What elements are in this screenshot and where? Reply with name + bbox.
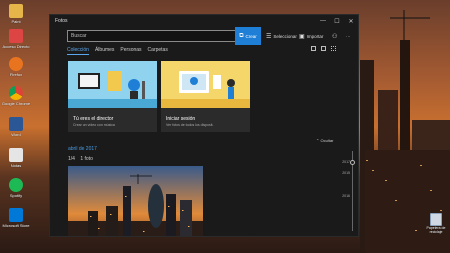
desktop-icon-spotify[interactable]: Spotify — [2, 178, 30, 198]
photo-count: 1/4 1 foto — [68, 156, 93, 162]
desktop-icon-shortcut[interactable]: Acceso Directo — [2, 29, 30, 49]
desktop-icon-chrome[interactable]: Google Chrome — [2, 86, 30, 106]
more-button[interactable]: ··· — [346, 27, 351, 45]
card-director[interactable]: Tú eres el director Crear un vídeo con m… — [68, 61, 157, 132]
signin-illustration — [161, 61, 250, 108]
desktop-icon-word[interactable]: Word — [2, 117, 30, 137]
photo-count-label: 1 foto — [80, 156, 93, 162]
date-group-header[interactable]: abril de 2017 — [68, 146, 97, 152]
list-view-icon[interactable] — [331, 46, 336, 51]
chevron-up-icon: ⌃ — [316, 138, 320, 143]
paint-icon — [9, 4, 23, 18]
maximize-button[interactable]: ☐ — [330, 18, 344, 25]
timeline-year[interactable]: 2015 — [342, 171, 350, 175]
window-title: Fotos — [55, 18, 68, 24]
desktop-icon-store[interactable]: Microsoft Store — [2, 208, 30, 228]
card-title: Tú eres el director — [73, 116, 114, 122]
close-button[interactable]: ✕ — [344, 18, 358, 25]
photos-window: Fotos — ☐ ✕ Buscar ⌕ ⧉ Crear ☰ Seleccion… — [49, 14, 359, 237]
desktop-icon-firefox[interactable]: Firefox — [2, 57, 30, 77]
search-box[interactable]: Buscar ⌕ — [67, 30, 247, 42]
shortcut-icon — [9, 29, 23, 43]
photo-thumbnail[interactable] — [68, 166, 203, 236]
firefox-icon — [9, 57, 23, 71]
card-subtitle: Crear un vídeo con música — [73, 123, 115, 127]
select-icon: ☰ — [266, 33, 272, 40]
view-options — [311, 46, 336, 51]
toolbar: Buscar ⌕ ⧉ Crear ☰ Seleccionar ▣ Importa… — [50, 27, 358, 45]
create-icon: ⧉ — [239, 32, 244, 39]
tab-albumes[interactable]: Álbumes — [95, 47, 114, 55]
document-icon — [9, 148, 23, 162]
nav-tabs: Colección Álbumes Personas Carpetas — [67, 47, 168, 55]
search-input[interactable]: Buscar — [68, 33, 236, 39]
timeline-year[interactable]: 2016 — [342, 194, 350, 198]
crear-button[interactable]: ⧉ Crear — [235, 27, 261, 45]
director-illustration — [68, 61, 157, 108]
chrome-icon — [9, 86, 23, 100]
person-icon: ⚇ — [332, 33, 338, 40]
grid-view-icon[interactable] — [321, 46, 326, 51]
ocultar-button[interactable]: ⌃ Ocultar — [316, 138, 333, 143]
account-button[interactable]: ⚇ — [332, 27, 339, 45]
tab-coleccion[interactable]: Colección — [67, 47, 89, 55]
card-subtitle: Ver fotos de todos los disposit. — [166, 123, 214, 127]
seleccionar-button[interactable]: ☰ Seleccionar — [266, 27, 297, 45]
timeline-year[interactable]: 2017 — [342, 160, 350, 164]
square-view-icon[interactable] — [311, 46, 316, 51]
card-title: Iniciar sesión — [166, 116, 196, 122]
importar-button[interactable]: ▣ Importar — [299, 27, 323, 45]
minimize-button[interactable]: — — [316, 18, 330, 24]
tab-personas[interactable]: Personas — [120, 47, 141, 55]
store-icon — [9, 208, 23, 222]
timeline-marker[interactable] — [350, 160, 355, 165]
timeline-scrubber[interactable]: 2017 2015 2016 — [335, 145, 357, 235]
spotify-icon — [9, 178, 23, 192]
desktop-icon-recycle-bin[interactable]: Papelera de reciclaje — [424, 213, 448, 234]
selection-count[interactable]: 1/4 — [68, 156, 75, 162]
city-photo — [68, 166, 203, 236]
recycle-bin-icon — [430, 213, 442, 226]
desktop-icon-notes[interactable]: Notas — [2, 148, 30, 168]
word-icon — [9, 117, 23, 131]
tab-carpetas[interactable]: Carpetas — [148, 47, 168, 55]
import-icon: ▣ — [299, 33, 305, 40]
card-iniciar-sesion[interactable]: Iniciar sesión Ver fotos de todos los di… — [161, 61, 250, 132]
desktop-icon-paint[interactable]: Paint — [2, 4, 30, 24]
title-bar: Fotos — ☐ ✕ — [50, 15, 358, 27]
